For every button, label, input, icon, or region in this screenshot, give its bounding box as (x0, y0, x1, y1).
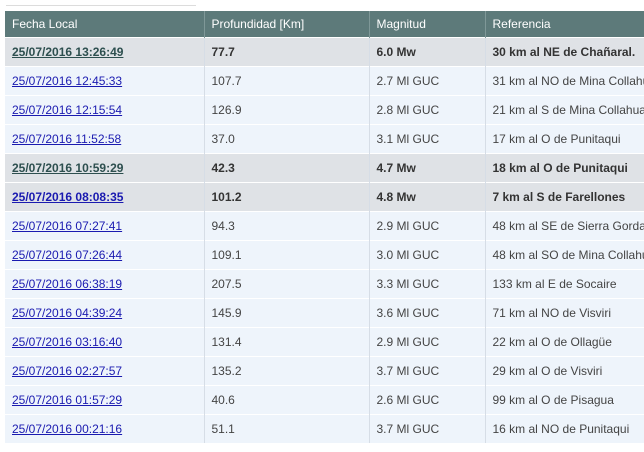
event-date-link[interactable]: 25/07/2016 07:26:44 (12, 248, 122, 262)
cell-magnitude: 2.6 Ml GUC (368, 385, 485, 415)
cell-magnitude: 3.6 Ml GUC (368, 298, 485, 328)
table-row: 25/07/2016 02:27:57 135.2 3.7 Ml GUC 29 km … (5, 356, 644, 386)
cell-depth: 207.5 (203, 269, 369, 299)
cell-magnitude: 6.0 Mw (368, 37, 485, 67)
event-date-link[interactable]: 25/07/2016 03:16:40 (12, 335, 122, 349)
cell-depth: 77.7 (203, 37, 369, 67)
cell-reference: 17 km al O de Punitaqui (484, 124, 644, 154)
cell-depth: 107.7 (203, 66, 369, 96)
cell-date: 25/07/2016 07:26:44 (5, 240, 204, 270)
table-row: 25/07/2016 06:38:19 207.5 3.3 Ml GUC 133 km… (5, 269, 644, 299)
header-profundidad[interactable]: Profundidad [Km] (203, 11, 369, 38)
table-row: 25/07/2016 00:21:16 51.1 3.7 Ml GUC 16 km a… (5, 414, 644, 443)
cell-date: 25/07/2016 12:45:33 (5, 66, 204, 96)
table-body: 25/07/2016 13:26:49 77.7 6.0 Mw 30 km al NE… (5, 37, 644, 443)
cell-depth: 37.0 (203, 124, 369, 154)
cell-date: 25/07/2016 00:21:16 (5, 414, 204, 443)
earthquake-table: Fecha Local Profundidad [Km] Magnitud Re… (5, 11, 644, 443)
cell-magnitude: 3.3 Ml GUC (368, 269, 485, 299)
table-row: 25/07/2016 12:15:54 126.9 2.8 Ml GUC 21 km … (5, 95, 644, 125)
table-row: 25/07/2016 10:59:29 42.3 4.7 Mw 18 km al O … (5, 153, 644, 183)
header-magnitud[interactable]: Magnitud (368, 11, 485, 38)
cell-date: 25/07/2016 02:27:57 (5, 356, 204, 386)
cell-depth: 135.2 (203, 356, 369, 386)
header-fecha-local[interactable]: Fecha Local (5, 11, 204, 38)
cell-reference: 48 km al SO de Mina Collahuasi (484, 240, 644, 270)
cell-date: 25/07/2016 12:15:54 (5, 95, 204, 125)
cell-reference: 16 km al NO de Punitaqui (484, 414, 644, 443)
event-date-link[interactable]: 25/07/2016 07:27:41 (12, 219, 122, 233)
event-date-link[interactable]: 25/07/2016 04:39:24 (12, 306, 122, 320)
table-row: 25/07/2016 11:52:58 37.0 3.1 Ml GUC 17 km a… (5, 124, 644, 154)
table-header-row: Fecha Local Profundidad [Km] Magnitud Re… (5, 11, 644, 38)
cell-depth: 94.3 (203, 211, 369, 241)
cell-depth: 101.2 (203, 182, 369, 212)
cell-depth: 42.3 (203, 153, 369, 183)
table-row: 25/07/2016 03:16:40 131.4 2.9 Ml GUC 22 km … (5, 327, 644, 357)
event-date-link[interactable]: 25/07/2016 00:21:16 (12, 422, 122, 436)
cell-date: 25/07/2016 01:57:29 (5, 385, 204, 415)
cell-reference: 133 km al E de Socaire (484, 269, 644, 299)
cell-depth: 40.6 (203, 385, 369, 415)
cell-reference: 22 km al O de Ollagüe (484, 327, 644, 357)
cell-reference: 30 km al NE de Chañaral. (484, 37, 644, 67)
cell-depth: 131.4 (203, 327, 369, 357)
event-date-link[interactable]: 25/07/2016 02:27:57 (12, 364, 122, 378)
table-row: 25/07/2016 08:08:35 101.2 4.8 Mw 7 km al S … (5, 182, 644, 212)
top-divider (6, 5, 196, 6)
table-row: 25/07/2016 04:39:24 145.9 3.6 Ml GUC 71 km … (5, 298, 644, 328)
table-row: 25/07/2016 07:26:44 109.1 3.0 Ml GUC 48 km … (5, 240, 644, 270)
cell-date: 25/07/2016 08:08:35 (5, 182, 204, 212)
header-referencia[interactable]: Referencia (484, 11, 644, 38)
cell-depth: 109.1 (203, 240, 369, 270)
cell-date: 25/07/2016 03:16:40 (5, 327, 204, 357)
event-date-link[interactable]: 25/07/2016 10:59:29 (12, 161, 123, 175)
cell-magnitude: 3.7 Ml GUC (368, 414, 485, 443)
table-row: 25/07/2016 07:27:41 94.3 2.9 Ml GUC 48 km a… (5, 211, 644, 241)
cell-reference: 18 km al O de Punitaqui (484, 153, 644, 183)
cell-date: 25/07/2016 11:52:58 (5, 124, 204, 154)
cell-magnitude: 2.9 Ml GUC (368, 327, 485, 357)
cell-depth: 126.9 (203, 95, 369, 125)
cell-magnitude: 3.0 Ml GUC (368, 240, 485, 270)
cell-date: 25/07/2016 07:27:41 (5, 211, 204, 241)
cell-reference: 48 km al SE de Sierra Gorda (484, 211, 644, 241)
event-date-link[interactable]: 25/07/2016 01:57:29 (12, 393, 122, 407)
event-date-link[interactable]: 25/07/2016 08:08:35 (12, 190, 123, 204)
event-date-link[interactable]: 25/07/2016 11:52:58 (12, 132, 121, 146)
cell-reference: 71 km al NO de Visviri (484, 298, 644, 328)
cell-reference: 31 km al NO de Mina Collahuasi (484, 66, 644, 96)
cell-date: 25/07/2016 06:38:19 (5, 269, 204, 299)
cell-magnitude: 2.8 Ml GUC (368, 95, 485, 125)
table-row: 25/07/2016 01:57:29 40.6 2.6 Ml GUC 99 km a… (5, 385, 644, 415)
event-date-link[interactable]: 25/07/2016 12:45:33 (12, 74, 122, 88)
cell-date: 25/07/2016 10:59:29 (5, 153, 204, 183)
event-date-link[interactable]: 25/07/2016 06:38:19 (12, 277, 122, 291)
cell-reference: 21 km al S de Mina Collahuasi (484, 95, 644, 125)
cell-depth: 51.1 (203, 414, 369, 443)
table-row: 25/07/2016 12:45:33 107.7 2.7 Ml GUC 31 km … (5, 66, 644, 96)
cell-date: 25/07/2016 04:39:24 (5, 298, 204, 328)
cell-magnitude: 2.7 Ml GUC (368, 66, 485, 96)
cell-date: 25/07/2016 13:26:49 (5, 37, 204, 67)
cell-reference: 99 km al O de Pisagua (484, 385, 644, 415)
cell-magnitude: 3.1 Ml GUC (368, 124, 485, 154)
event-date-link[interactable]: 25/07/2016 13:26:49 (12, 45, 123, 59)
cell-magnitude: 3.7 Ml GUC (368, 356, 485, 386)
cell-reference: 29 km al O de Visviri (484, 356, 644, 386)
cell-magnitude: 4.8 Mw (368, 182, 485, 212)
table-row: 25/07/2016 13:26:49 77.7 6.0 Mw 30 km al NE… (5, 37, 644, 67)
cell-reference: 7 km al S de Farellones (484, 182, 644, 212)
cell-magnitude: 2.9 Ml GUC (368, 211, 485, 241)
event-date-link[interactable]: 25/07/2016 12:15:54 (12, 103, 122, 117)
cell-magnitude: 4.7 Mw (368, 153, 485, 183)
cell-depth: 145.9 (203, 298, 369, 328)
